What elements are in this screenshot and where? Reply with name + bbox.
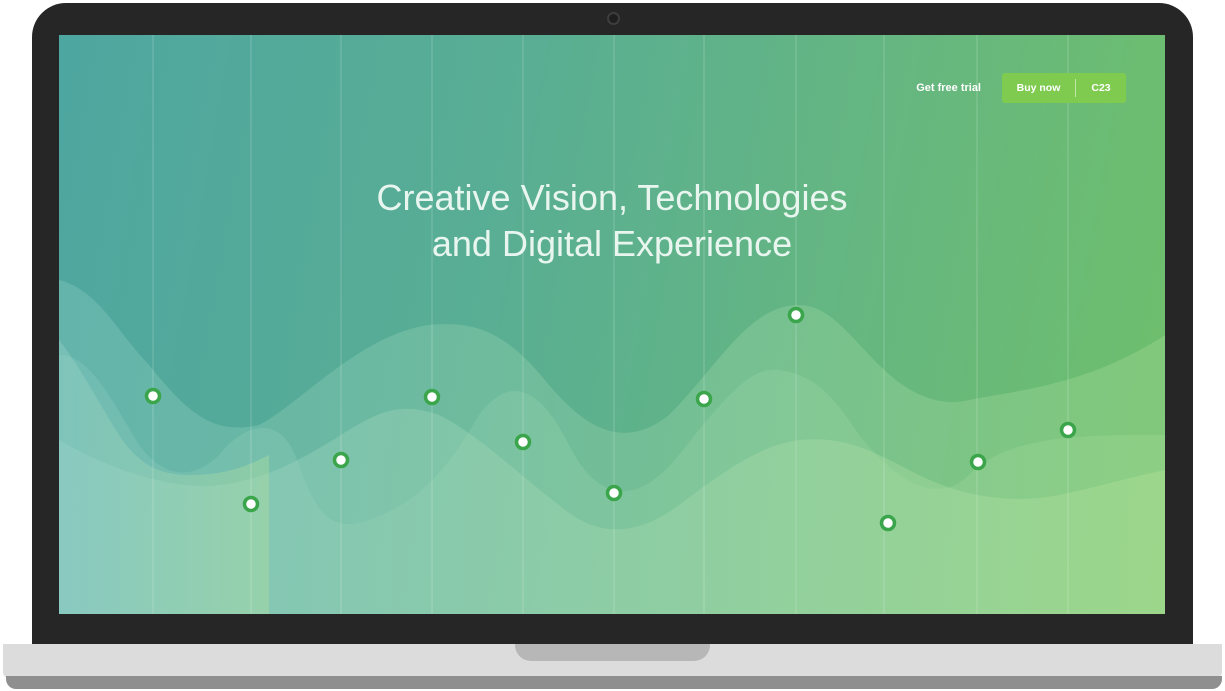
marker-dot bbox=[879, 514, 897, 532]
marker-dot bbox=[423, 388, 441, 406]
laptop-frame: Get free trial Buy now C23 Creative Visi… bbox=[32, 3, 1193, 648]
hero-background-graphic bbox=[59, 35, 1165, 614]
marker-dot bbox=[787, 306, 805, 324]
buy-now-button[interactable]: Buy now C23 bbox=[1002, 73, 1126, 103]
marker-dot bbox=[332, 451, 350, 469]
camera-icon bbox=[607, 12, 620, 25]
top-navigation: Get free trial Buy now C23 bbox=[916, 73, 1126, 103]
hero-heading-line-2: and Digital Experience bbox=[431, 223, 793, 264]
marker-dot bbox=[605, 484, 623, 502]
website-screen: Get free trial Buy now C23 Creative Visi… bbox=[59, 35, 1165, 614]
laptop-base-edge bbox=[6, 676, 1222, 689]
buy-now-label: Buy now bbox=[1016, 82, 1061, 94]
laptop-opening-notch bbox=[515, 644, 710, 661]
marker-dot bbox=[1059, 421, 1077, 439]
marker-dot bbox=[242, 495, 260, 513]
hero-heading-line-1: Creative Vision, Technologies bbox=[376, 177, 848, 218]
price-label: C23 bbox=[1091, 82, 1111, 94]
marker-dot bbox=[514, 433, 532, 451]
laptop-base bbox=[3, 644, 1222, 678]
marker-dot bbox=[144, 387, 162, 405]
marker-dot bbox=[695, 390, 713, 408]
free-trial-link[interactable]: Get free trial bbox=[916, 82, 981, 94]
hero-heading: Creative Vision, Technologies and Digita… bbox=[59, 175, 1165, 267]
marker-dot bbox=[969, 453, 987, 471]
